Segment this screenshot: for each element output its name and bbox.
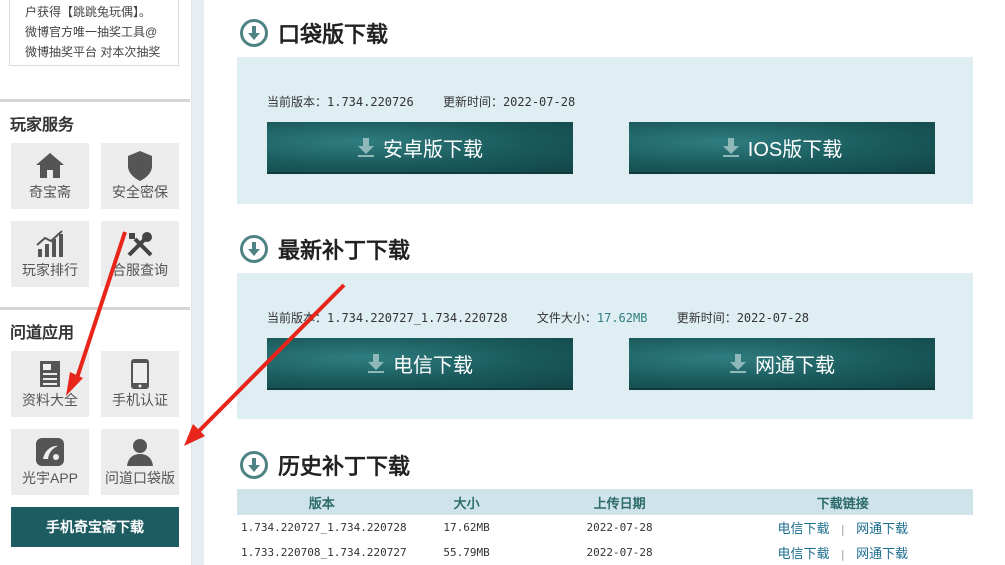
row-date: 2022-07-28 [586, 546, 653, 559]
left-sidebar: 户获得【跳跳兔玩偶】。 微博官方唯一抽奖工具@ 微博抽奖平台 对本次抽奖 玩家服… [0, 0, 192, 565]
tools-icon [101, 227, 179, 261]
pocket-section-header: 口袋版下载 [240, 17, 388, 49]
phone-icon [101, 357, 179, 391]
tile-security[interactable]: 安全密保 [101, 143, 179, 209]
android-download-label: 安卓版下载 [383, 138, 483, 161]
download-arrow-icon [729, 353, 747, 373]
ios-download-label: IOS版下载 [747, 138, 843, 161]
row-links: 电信下载 | 网通下载 [713, 515, 973, 540]
telecom-download-button[interactable]: 电信下载 [267, 338, 573, 390]
tile-label: 玩家排行 [22, 262, 78, 278]
netcom-download-label: 网通下载 [755, 354, 835, 377]
download-arrow-icon [722, 137, 740, 157]
shield-icon [101, 149, 179, 183]
netcom-download-link[interactable]: 网通下载 [856, 546, 908, 561]
user-icon [101, 435, 179, 469]
col-header-size: 大小 [406, 489, 527, 515]
divider-strip [192, 0, 204, 565]
download-circle-icon [240, 235, 268, 263]
row-links: 电信下载 | 网通下载 [713, 540, 973, 565]
table-row: 1.733.220708_1.734.220727 55.79MB 2022-0… [237, 540, 973, 565]
history-section-title: 历史补丁下载 [278, 454, 411, 480]
pocket-info-line: 当前版本：1.734.220726 更新时间：2022-07-28 [267, 93, 597, 110]
tile-label: 资料大全 [22, 392, 78, 408]
notice-line: 微博抽奖平台 对本次抽奖 [25, 45, 161, 59]
col-header-version: 版本 [237, 489, 407, 515]
row-version: 1.734.220727_1.734.220728 [241, 521, 407, 534]
row-version: 1.733.220708_1.734.220727 [241, 546, 407, 559]
patch-section-header: 最新补丁下载 [240, 233, 410, 265]
tile-label: 合服查询 [112, 262, 168, 278]
player-service-title: 玩家服务 [10, 117, 75, 134]
row-date: 2022-07-28 [586, 521, 653, 534]
col-header-links: 下载链接 [712, 489, 973, 515]
download-arrow-icon [367, 353, 385, 373]
history-table: 版本 大小 上传日期 下载链接 1.734.220727_1.734.22072… [237, 489, 973, 565]
patch-version: 当前版本：1.734.220727_1.734.220728 [267, 311, 508, 325]
patch-size-value: 17.62MB [596, 311, 648, 325]
patch-update-time: 更新时间：2022-07-28 [676, 311, 809, 325]
tile-encyclopedia[interactable]: 资料大全 [11, 351, 89, 417]
tile-label: 手机认证 [112, 392, 168, 408]
notice-line: 微博官方唯一抽奖工具@ [25, 25, 158, 39]
tile-phone-auth[interactable]: 手机认证 [101, 351, 179, 417]
patch-section-title: 最新补丁下载 [278, 238, 411, 264]
telecom-download-link[interactable]: 电信下载 [777, 546, 829, 561]
patch-panel: 当前版本：1.734.220727_1.734.220728 文件大小：17.6… [237, 273, 973, 419]
tile-qibaozhai[interactable]: 奇宝斋 [11, 143, 89, 209]
patch-size-prefix: 文件大小： [536, 311, 597, 325]
bar-chart-icon [11, 227, 89, 261]
tile-label: 奇宝斋 [29, 184, 71, 200]
patch-size: 文件大小：17.62MB [537, 311, 648, 325]
pocket-panel: 当前版本：1.734.220726 更新时间：2022-07-28 安卓版下载 … [237, 57, 973, 204]
pocket-section-title: 口袋版下载 [278, 22, 389, 48]
download-circle-icon [240, 451, 268, 479]
telecom-download-label: 电信下载 [393, 354, 473, 377]
ios-download-button[interactable]: IOS版下载 [629, 122, 935, 174]
tile-guangyu-app[interactable]: 光宇APP [11, 429, 89, 495]
notice-line: 户获得【跳跳兔玩偶】。 [25, 5, 152, 19]
section-divider [0, 307, 190, 310]
wendao-apps-title: 问道应用 [10, 325, 75, 342]
notice-box: 户获得【跳跳兔玩偶】。 微博官方唯一抽奖工具@ 微博抽奖平台 对本次抽奖 [9, 0, 179, 66]
link-separator: | [839, 523, 847, 536]
pocket-version: 当前版本：1.734.220726 [267, 95, 414, 109]
history-section-header: 历史补丁下载 [240, 449, 410, 481]
download-circle-icon [240, 19, 268, 47]
android-download-button[interactable]: 安卓版下载 [267, 122, 573, 174]
tile-merge-query[interactable]: 合服查询 [101, 221, 179, 287]
download-arrow-icon [357, 137, 375, 157]
section-divider [0, 99, 190, 102]
document-icon [11, 357, 89, 391]
row-size: 17.62MB [443, 521, 490, 534]
link-separator: | [839, 548, 847, 561]
tile-label: 问道口袋版 [105, 470, 175, 486]
pocket-update-time: 更新时间：2022-07-28 [442, 95, 576, 109]
table-header-row: 版本 大小 上传日期 下载链接 [237, 489, 973, 515]
telecom-download-link[interactable]: 电信下载 [777, 521, 829, 536]
patch-info-line: 当前版本：1.734.220727_1.734.220728 文件大小：17.6… [267, 309, 831, 326]
netcom-download-button[interactable]: 网通下载 [629, 338, 935, 390]
tile-label: 光宇APP [21, 470, 78, 486]
mobile-qibaozhai-download-button[interactable]: 手机奇宝斋下载 [11, 507, 179, 547]
tile-label: 安全密保 [112, 184, 168, 200]
app-logo-icon [11, 435, 89, 469]
home-icon [11, 149, 89, 183]
col-header-date: 上传日期 [526, 489, 713, 515]
netcom-download-link[interactable]: 网通下载 [856, 521, 908, 536]
table-row: 1.734.220727_1.734.220728 17.62MB 2022-0… [237, 515, 973, 540]
row-size: 55.79MB [443, 546, 490, 559]
tile-pocket-version[interactable]: 问道口袋版 [101, 429, 179, 495]
tile-ranking[interactable]: 玩家排行 [11, 221, 89, 287]
